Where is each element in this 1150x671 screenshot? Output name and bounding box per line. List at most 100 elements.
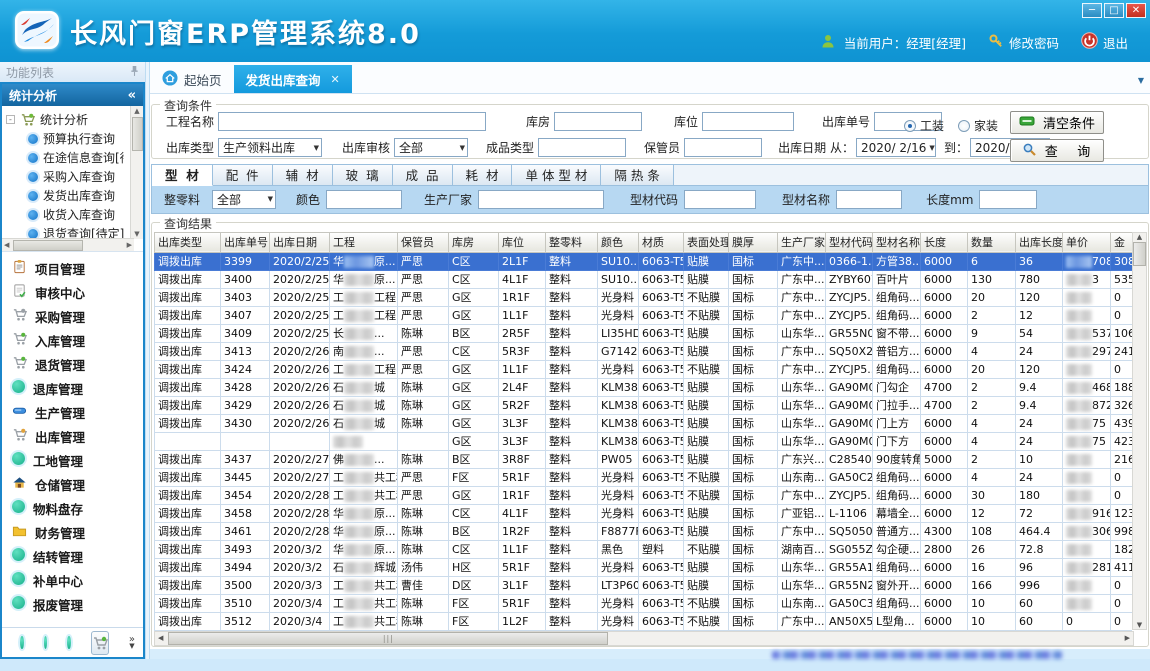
table-row[interactable]: 调拨出库34302020/2/26石城陈琳G区3L3F整料KLM38176063… bbox=[155, 414, 1133, 432]
sidebar-item-14[interactable]: 报废管理 bbox=[2, 592, 143, 616]
sidebar-item-5[interactable]: 退库管理 bbox=[2, 376, 143, 400]
sidebar-item-7[interactable]: 出库管理 bbox=[2, 424, 143, 448]
column-header[interactable]: 表面处理 bbox=[684, 232, 729, 252]
sidebar-item-4[interactable]: 退货管理 bbox=[2, 352, 143, 376]
pin-icon[interactable] bbox=[130, 65, 139, 80]
table-row[interactable]: 调拨出库34542020/2/28工共工程严思G区1R1F整料光身料6063-T… bbox=[155, 486, 1133, 504]
factory-input[interactable] bbox=[478, 190, 604, 209]
scroll-up-icon[interactable]: ▲ bbox=[1134, 233, 1145, 241]
column-header[interactable]: 金 bbox=[1111, 232, 1133, 252]
project-name-input[interactable] bbox=[218, 112, 486, 131]
warehouse-input[interactable] bbox=[554, 112, 642, 131]
column-header[interactable]: 型材代码 bbox=[826, 232, 873, 252]
minimize-button[interactable]: ─ bbox=[1082, 3, 1102, 18]
sidebar-item-0[interactable]: 项目管理 bbox=[2, 256, 143, 280]
maximize-button[interactable]: □ bbox=[1104, 3, 1124, 18]
tree-item[interactable]: 预算执行查询 bbox=[6, 129, 124, 148]
date-from-picker[interactable]: 2020/ 2/16▼ bbox=[856, 138, 936, 157]
scroll-right-icon[interactable]: ▶ bbox=[125, 240, 134, 250]
table-row[interactable]: 调拨出库34372020/2/27佛...陈琳B区3R8F整料PW056063-… bbox=[155, 450, 1133, 468]
tree-item[interactable]: 在途信息查询[待 bbox=[6, 148, 124, 167]
sidebar-item-13[interactable]: 补单中心 bbox=[2, 568, 143, 592]
location-input[interactable] bbox=[702, 112, 794, 131]
table-row[interactable]: 调拨出库34292020/2/26石城陈琳G区5R2F整料KLM38176063… bbox=[155, 396, 1133, 414]
scrollbar-thumb[interactable] bbox=[13, 240, 83, 251]
scroll-right-icon[interactable]: ▶ bbox=[1122, 634, 1133, 642]
tree-root[interactable]: - 统计分析 bbox=[6, 110, 124, 129]
column-header[interactable]: 膜厚 bbox=[729, 232, 778, 252]
column-header[interactable]: 出库长度 bbox=[1016, 232, 1063, 252]
column-header[interactable]: 生产厂家 bbox=[778, 232, 826, 252]
table-row[interactable]: 调拨出库35002020/3/3工共工程曹佳D区3L1F整料LT3P606063… bbox=[155, 576, 1133, 594]
nav-cart-button[interactable] bbox=[91, 631, 109, 655]
table-row[interactable]: 调拨出库33992020/2/25华原...严思C区2L1F整料SU10...6… bbox=[155, 252, 1133, 270]
column-header[interactable]: 单价 bbox=[1063, 232, 1111, 252]
sidebar-item-9[interactable]: 仓储管理 bbox=[2, 472, 143, 496]
sidebar-item-8[interactable]: 工地管理 bbox=[2, 448, 143, 472]
length-input[interactable] bbox=[979, 190, 1037, 209]
scrollbar-thumb[interactable]: ||| bbox=[168, 632, 608, 645]
column-header[interactable]: 数量 bbox=[968, 232, 1016, 252]
material-tab[interactable]: 单 体 型 材 bbox=[512, 165, 601, 185]
scrollbar-thumb[interactable] bbox=[132, 117, 143, 151]
product-type-input[interactable] bbox=[538, 138, 626, 157]
change-password-button[interactable]: 修改密码 bbox=[988, 33, 1059, 52]
sidebar-item-6[interactable]: 生产管理 bbox=[2, 400, 143, 424]
grid-vertical-scrollbar[interactable]: ▲ ▼ bbox=[1132, 232, 1147, 630]
radio-jiazhuang[interactable]: 家装 bbox=[958, 117, 998, 134]
whole-part-select[interactable]: 全部▼ bbox=[212, 190, 276, 209]
collapse-panel-button[interactable]: « bbox=[128, 88, 136, 103]
nav-mini-icon[interactable] bbox=[67, 636, 71, 649]
column-header[interactable]: 库位 bbox=[499, 232, 546, 252]
table-row[interactable]: 调拨出库34002020/2/25华原...严思C区4L1F整料SU10...6… bbox=[155, 270, 1133, 288]
tree-vertical-scrollbar[interactable]: ▲ ▼ bbox=[130, 106, 143, 239]
column-header[interactable]: 出库日期 bbox=[270, 232, 330, 252]
table-row[interactable]: 调拨出库34452020/2/27工共工程严思F区5R1F整料光身料6063-T… bbox=[155, 468, 1133, 486]
close-button[interactable]: ✕ bbox=[1126, 3, 1146, 18]
tree-item[interactable]: 发货出库查询 bbox=[6, 186, 124, 205]
sidebar-item-11[interactable]: 财务管理 bbox=[2, 520, 143, 544]
nav-mini-icon[interactable] bbox=[20, 636, 24, 649]
table-row[interactable]: 调拨出库34942020/3/2石辉城汤伟H区5R1F整料光身料6063-T5贴… bbox=[155, 558, 1133, 576]
tab-shipment-outbound-query[interactable]: 发货出库查询 ✕ bbox=[234, 65, 352, 93]
material-tab[interactable]: 配 件 bbox=[213, 165, 273, 185]
material-tab[interactable]: 型 材 bbox=[152, 165, 213, 186]
material-tab[interactable]: 辅 材 bbox=[273, 165, 333, 185]
clear-conditions-button[interactable]: 清空条件 bbox=[1010, 111, 1104, 134]
table-row[interactable]: G区3L3F整料KLM38176063-T5贴膜国标山东华...GA90M09.… bbox=[155, 432, 1133, 450]
scroll-left-icon[interactable]: ◀ bbox=[2, 240, 11, 250]
profile-name-input[interactable] bbox=[836, 190, 902, 209]
tree-expander-icon[interactable]: - bbox=[6, 115, 15, 124]
audit-select[interactable]: 全部▼ bbox=[394, 138, 468, 157]
table-row[interactable]: 调拨出库35102020/3/4工共工程陈琳F区5R1F整料光身料6063-T5… bbox=[155, 594, 1133, 612]
search-button[interactable]: 查 询 bbox=[1010, 139, 1104, 162]
column-header[interactable]: 整零料 bbox=[546, 232, 598, 252]
tree-item[interactable]: 收货入库查询 bbox=[6, 205, 124, 224]
scroll-down-icon[interactable]: ▼ bbox=[1134, 621, 1145, 629]
column-header[interactable]: 型材名称 bbox=[873, 232, 921, 252]
column-header[interactable]: 库房 bbox=[449, 232, 499, 252]
tab-home[interactable]: 起始页 bbox=[150, 65, 234, 93]
material-tab[interactable]: 耗 材 bbox=[453, 165, 513, 185]
table-row[interactable]: 调拨出库34582020/2/28华原...陈琳C区4L1F整料光身料6063-… bbox=[155, 504, 1133, 522]
scrollbar-thumb[interactable] bbox=[1133, 242, 1146, 266]
table-row[interactable]: 调拨出库34242020/2/26工工程严思G区1L1F整料光身料6063-T5… bbox=[155, 360, 1133, 378]
out-type-select[interactable]: 生产领料出库▼ bbox=[218, 138, 322, 157]
table-row[interactable]: 调拨出库35122020/3/4工共工程陈琳F区1L2F整料光身料6063-T5… bbox=[155, 612, 1133, 630]
sidebar-item-3[interactable]: 入库管理 bbox=[2, 328, 143, 352]
column-header[interactable]: 颜色 bbox=[598, 232, 639, 252]
nav-mini-icon[interactable] bbox=[44, 636, 48, 649]
material-tab[interactable]: 成 品 bbox=[393, 165, 453, 185]
column-header[interactable]: 长度 bbox=[921, 232, 968, 252]
close-tab-icon[interactable]: ✕ bbox=[331, 73, 340, 86]
column-header[interactable]: 出库单号 bbox=[221, 232, 270, 252]
tree-item[interactable]: 采购入库查询 bbox=[6, 167, 124, 186]
profile-code-input[interactable] bbox=[684, 190, 756, 209]
column-header[interactable]: 材质 bbox=[639, 232, 684, 252]
radio-gongzhuang[interactable]: 工装 bbox=[904, 117, 944, 134]
table-row[interactable]: 调拨出库34072020/2/25工工程严思G区1L1F整料光身料6063-T5… bbox=[155, 306, 1133, 324]
table-row[interactable]: 调拨出库34032020/2/25工工程严思G区1R1F整料光身料6063-T5… bbox=[155, 288, 1133, 306]
scroll-up-icon[interactable]: ▲ bbox=[132, 106, 141, 116]
nav-overflow-button[interactable]: »▼ bbox=[129, 636, 135, 650]
material-tab[interactable]: 隔 热 条 bbox=[601, 165, 673, 185]
